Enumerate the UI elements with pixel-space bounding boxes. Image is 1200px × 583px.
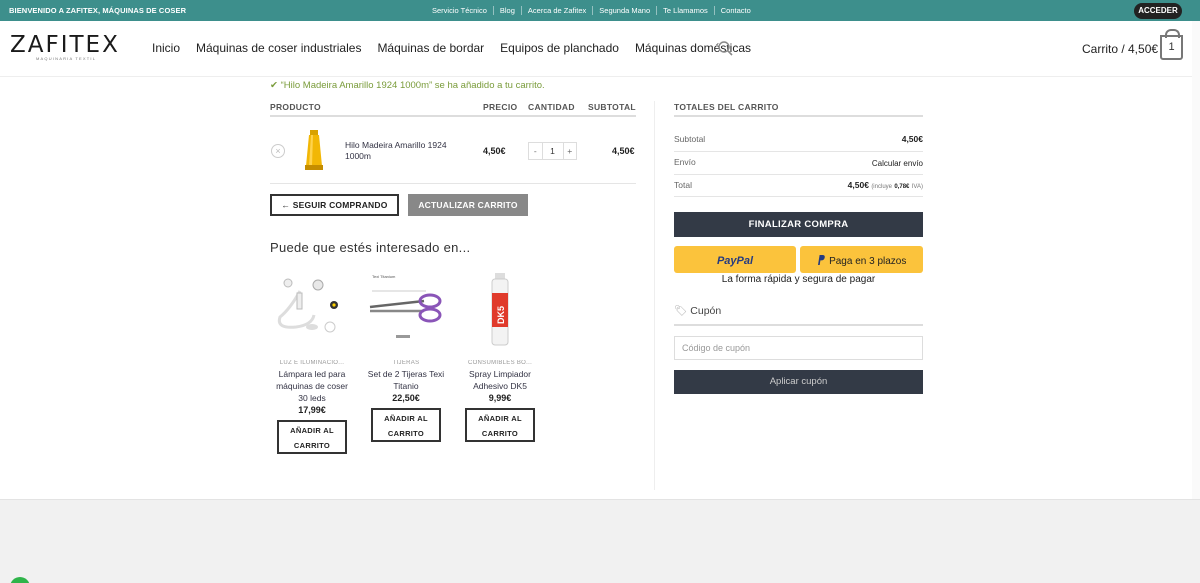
main-nav: Inicio Máquinas de coser industriales Má…: [152, 41, 767, 55]
cart-item-price: 4,50€: [483, 146, 506, 156]
notice-text: “Hilo Madeira Amarillo 1924 1000m” se ha…: [280, 80, 545, 91]
login-button[interactable]: ACCEDER: [1134, 3, 1182, 19]
top-link-acerca[interactable]: Acerca de Zafitex: [520, 6, 592, 15]
page-edge: [1192, 21, 1200, 501]
nav-item-bordar[interactable]: Máquinas de bordar: [377, 41, 484, 55]
totals-shipping-row: Envío Calcular envío: [674, 157, 923, 168]
related-product-price: 9,99€: [488, 393, 512, 403]
header-precio: PRECIO: [483, 102, 518, 112]
svg-text:DK5: DK5: [496, 306, 506, 324]
header-subtotal: SUBTOTAL: [588, 102, 636, 112]
nav-item-inicio[interactable]: Inicio: [152, 41, 180, 55]
added-to-cart-notice: ✔ “Hilo Madeira Amarillo 1924 1000m” se …: [270, 80, 545, 91]
search-icon[interactable]: [718, 41, 733, 56]
apply-coupon-button[interactable]: Aplicar cupón: [674, 370, 923, 394]
related-product-spray: DK5 CONSUMIBLES BO... Spray Limpiador Ad…: [460, 269, 540, 442]
subtotal-value: 4,50€: [901, 134, 923, 144]
cart-count-badge[interactable]: 1: [1160, 29, 1183, 60]
table-row-divider: [270, 183, 636, 184]
scissors-product-image[interactable]: Texi Titanium: [366, 269, 446, 349]
totals-subtotal-row: Subtotal 4,50€: [674, 134, 923, 144]
quantity-plus-button[interactable]: +: [564, 143, 577, 159]
coupon-divider: [674, 324, 923, 326]
related-product-category: LUZ E ILUMINACIÓ...: [279, 360, 345, 366]
cart-item-name[interactable]: Hilo Madeira Amarillo 1924 1000m: [345, 140, 465, 162]
top-links: Servicio Técnico Blog Acerca de Zafitex …: [426, 6, 757, 15]
top-link-te-llamamos[interactable]: Te Llamamos: [656, 6, 714, 15]
totals-divider: [674, 151, 923, 152]
total-value-group: 4,50€ (incluye 0,78€ IVA): [848, 180, 923, 190]
check-icon: ✔: [270, 80, 278, 91]
related-product-name[interactable]: Set de 2 Tijeras Texi Titanio: [366, 368, 446, 392]
nav-item-industriales[interactable]: Máquinas de coser industriales: [196, 41, 361, 55]
related-product-price: 22,50€: [392, 393, 420, 403]
calculate-shipping-link[interactable]: Calcular envío: [872, 159, 923, 168]
spray-product-image[interactable]: DK5: [460, 269, 540, 349]
cart-totals-title: TOTALES DEL CARRITO: [674, 102, 779, 112]
top-link-blog[interactable]: Blog: [492, 6, 521, 15]
top-link-contacto[interactable]: Contacto: [713, 6, 757, 15]
header-producto: PRODUCTO: [270, 102, 321, 112]
logo[interactable]: ZAFITEX MAQUINARIA TEXTIL: [10, 32, 134, 62]
paypal-tagline: La forma rápida y segura de pagar: [721, 274, 876, 285]
quantity-input[interactable]: 1: [541, 143, 564, 159]
quantity-stepper: - 1 +: [528, 142, 577, 160]
related-product-name[interactable]: Spray Limpiador Adhesivo DK5: [460, 368, 540, 392]
coupon-code-input[interactable]: Código de cupón: [674, 336, 923, 360]
totals-total-row: Total 4,50€ (incluye 0,78€ IVA): [674, 180, 923, 190]
total-tax-suffix: IVA): [911, 184, 923, 190]
remove-item-button[interactable]: ×: [271, 144, 285, 158]
table-header-divider: [270, 115, 636, 117]
totals-divider: [674, 196, 923, 197]
add-to-cart-button[interactable]: AÑADIR AL CARRITO: [371, 408, 441, 442]
totals-header-divider: [674, 115, 923, 117]
nav-item-domesticas[interactable]: Máquinas domésticas: [635, 41, 751, 55]
thread-spool-image[interactable]: [304, 130, 324, 170]
related-product-category: CONSUMIBLES BO...: [467, 360, 533, 366]
top-link-servicio[interactable]: Servicio Técnico: [426, 6, 493, 15]
related-product-category: TIJERAS: [392, 360, 420, 366]
header: ZAFITEX MAQUINARIA TEXTIL Inicio Máquina…: [0, 21, 1200, 77]
totals-divider: [674, 174, 923, 175]
paypal-logo: PayPal: [716, 255, 754, 267]
column-divider: [654, 101, 655, 490]
footer: [0, 499, 1200, 583]
top-link-segunda-mano[interactable]: Segunda Mano: [592, 6, 656, 15]
add-to-cart-button[interactable]: AÑADIR AL CARRITO: [465, 408, 535, 442]
related-product-name[interactable]: Lámpara led para máquinas de coser 30 le…: [272, 368, 352, 404]
paypal-installments-label: Paga en 3 plazos: [829, 256, 907, 267]
coupon-title: Cupón: [690, 305, 722, 317]
total-label: Total: [674, 180, 692, 190]
coupon-heading: 🏷 Cupón: [674, 304, 721, 317]
update-cart-button[interactable]: ACTUALIZAR CARRITO: [408, 194, 528, 216]
cart-item-subtotal: 4,50€: [612, 146, 635, 156]
total-value: 4,50€: [847, 180, 869, 190]
total-tax-prefix: (incluye: [871, 184, 892, 190]
subtotal-label: Subtotal: [674, 134, 706, 144]
paypal-installments-button[interactable]: Paga en 3 plazos: [800, 246, 923, 273]
related-title: Puede que estés interesado en...: [270, 240, 471, 255]
lamp-product-image[interactable]: [272, 269, 352, 349]
total-tax-amount: 0,78€: [894, 184, 910, 190]
logo-tagline: MAQUINARIA TEXTIL: [36, 56, 97, 61]
cart-link[interactable]: Carrito / 4,50€: [1082, 42, 1158, 56]
quantity-minus-button[interactable]: -: [529, 143, 542, 159]
logo-text: ZAFITEX: [10, 32, 120, 58]
paypal-p-icon: [817, 255, 825, 265]
continue-shopping-button[interactable]: ← SEGUIR COMPRANDO: [270, 194, 399, 216]
paypal-button[interactable]: PayPal: [674, 246, 796, 273]
header-cantidad: CANTIDAD: [528, 102, 575, 112]
welcome-text: BIENVENIDO A ZAFITEX, MÁQUINAS DE COSER: [9, 6, 187, 15]
add-to-cart-button[interactable]: AÑADIR AL CARRITO: [277, 420, 347, 454]
related-product-scissors: Texi Titanium TIJERAS Set de 2 Tijeras T…: [366, 269, 446, 442]
related-product-price: 17,99€: [298, 405, 326, 415]
nav-item-planchado[interactable]: Equipos de planchado: [500, 41, 619, 55]
tag-icon: 🏷: [674, 305, 688, 317]
shipping-label: Envío: [674, 157, 696, 167]
top-bar: BIENVENIDO A ZAFITEX, MÁQUINAS DE COSER …: [0, 0, 1200, 21]
related-product-lamp: LUZ E ILUMINACIÓ... Lámpara led para máq…: [272, 269, 352, 454]
checkout-button[interactable]: FINALIZAR COMPRA: [674, 212, 923, 237]
svg-text:Texi Titanium: Texi Titanium: [372, 274, 396, 279]
